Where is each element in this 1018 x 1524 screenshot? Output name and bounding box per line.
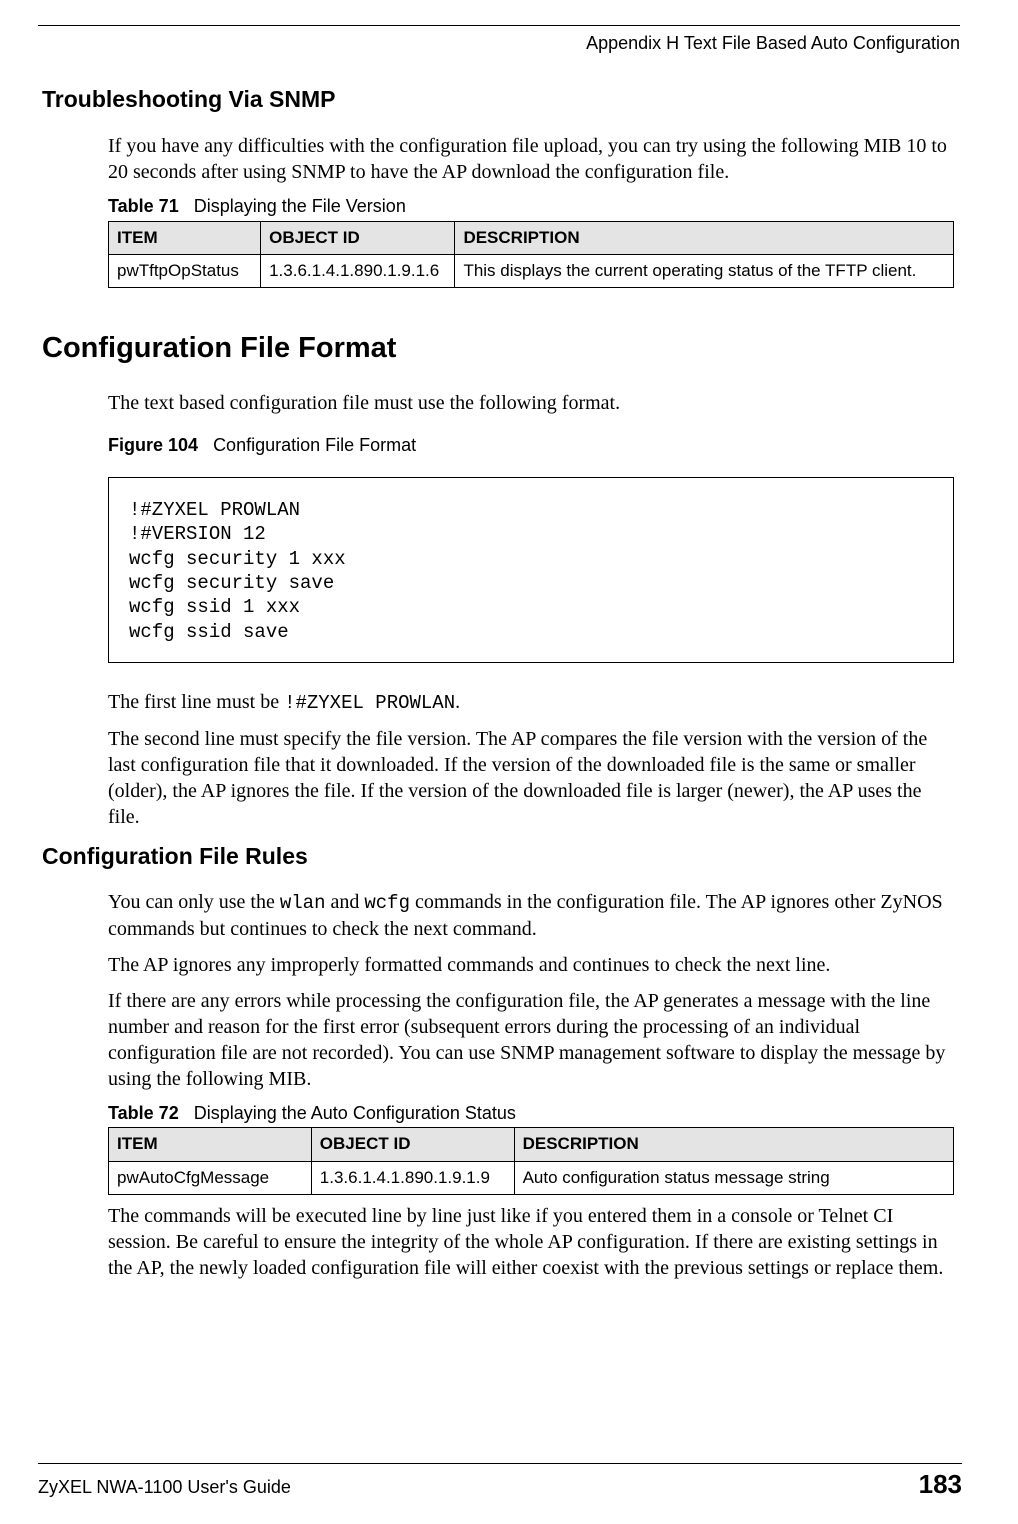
config-rules-para2: The AP ignores any improperly formatted … <box>108 952 954 978</box>
table72-header-objectid: OBJECT ID <box>311 1128 514 1161</box>
footer-page-number: 183 <box>919 1468 962 1502</box>
table72-cell-description: Auto configuration status message string <box>514 1161 953 1194</box>
table71-caption-text: Displaying the File Version <box>194 196 406 216</box>
table71-cell-objectid: 1.3.6.1.4.1.890.1.9.1.6 <box>261 254 455 287</box>
para2-code: !#ZYXEL PROWLAN <box>284 692 455 714</box>
config-rules-para1: You can only use the wlan and wcfg comma… <box>108 889 954 942</box>
table71-caption: Table 71 Displaying the File Version <box>108 195 954 218</box>
table72: ITEM OBJECT ID DESCRIPTION pwAutoCfgMess… <box>108 1127 954 1194</box>
table71-header-item: ITEM <box>109 221 261 254</box>
config-format-para3: The second line must specify the file ve… <box>108 726 954 830</box>
table72-label: Table 72 <box>108 1103 179 1123</box>
table-row: pwTftpOpStatus 1.3.6.1.4.1.890.1.9.1.6 T… <box>109 254 954 287</box>
rules-para1-b: and <box>325 891 364 913</box>
table72-header-description: DESCRIPTION <box>514 1128 953 1161</box>
table71-cell-description: This displays the current operating stat… <box>455 254 954 287</box>
rules-code1: wlan <box>280 892 326 914</box>
table71-header-description: DESCRIPTION <box>455 221 954 254</box>
troubleshooting-para: If you have any difficulties with the co… <box>108 133 954 185</box>
table72-header-item: ITEM <box>109 1128 312 1161</box>
footer-guide: ZyXEL NWA-1100 User's Guide <box>38 1476 291 1499</box>
figure104-label: Figure 104 <box>108 435 198 455</box>
para2-pre: The first line must be <box>108 691 284 713</box>
table72-cell-item: pwAutoCfgMessage <box>109 1161 312 1194</box>
config-format-para2: The first line must be !#ZYXEL PROWLAN. <box>108 689 954 716</box>
table71-cell-item: pwTftpOpStatus <box>109 254 261 287</box>
para2-post: . <box>455 691 460 713</box>
table71-header-objectid: OBJECT ID <box>261 221 455 254</box>
heading-troubleshooting: Troubleshooting Via SNMP <box>42 85 960 115</box>
code-block: !#ZYXEL PROWLAN !#VERSION 12 wcfg securi… <box>108 477 954 663</box>
table-header-row: ITEM OBJECT ID DESCRIPTION <box>109 221 954 254</box>
table72-cell-objectid: 1.3.6.1.4.1.890.1.9.1.9 <box>311 1161 514 1194</box>
header-appendix: Appendix H Text File Based Auto Configur… <box>42 32 960 55</box>
page-footer: ZyXEL NWA-1100 User's Guide 183 <box>38 1463 962 1502</box>
table71-label: Table 71 <box>108 196 179 216</box>
config-format-para1: The text based configuration file must u… <box>108 390 954 416</box>
table72-caption: Table 72 Displaying the Auto Configurati… <box>108 1102 954 1125</box>
table72-caption-text: Displaying the Auto Configuration Status <box>194 1103 516 1123</box>
after-table72-para: The commands will be executed line by li… <box>108 1203 954 1281</box>
rules-code2: wcfg <box>364 892 410 914</box>
table-header-row: ITEM OBJECT ID DESCRIPTION <box>109 1128 954 1161</box>
figure104-caption: Figure 104 Configuration File Format <box>108 434 954 457</box>
config-rules-para3: If there are any errors while processing… <box>108 988 954 1092</box>
table71: ITEM OBJECT ID DESCRIPTION pwTftpOpStatu… <box>108 221 954 288</box>
figure104-caption-text: Configuration File Format <box>213 435 416 455</box>
heading-config-rules: Configuration File Rules <box>42 842 960 872</box>
rules-para1-a: You can only use the <box>108 891 280 913</box>
table-row: pwAutoCfgMessage 1.3.6.1.4.1.890.1.9.1.9… <box>109 1161 954 1194</box>
heading-config-format: Configuration File Format <box>42 330 960 368</box>
